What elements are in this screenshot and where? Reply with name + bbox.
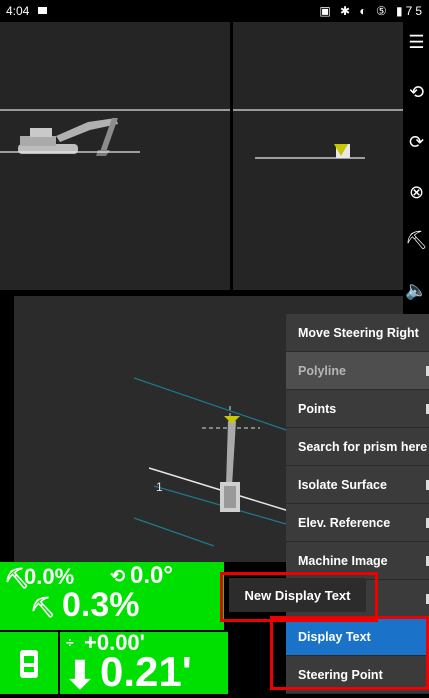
side-view-pane[interactable] (0, 22, 230, 290)
guidance-machine-icon (20, 650, 38, 678)
menu-item-elev-reference[interactable]: Elev. Reference (286, 504, 429, 542)
close-circle-icon[interactable]: ⊗ (404, 172, 429, 212)
plan-point-label: 1 (156, 480, 163, 494)
status-icons: ▣ ✱ ◐ ⑤ ▮75 (319, 4, 425, 18)
menu-item-label: Points (298, 401, 337, 416)
excavator-side-view (0, 109, 230, 156)
pitch-icon: ⟲ (110, 566, 126, 586)
menu-item-search-prism[interactable]: Search for prism here (286, 428, 429, 466)
main-slope-icon: ⛏ (30, 597, 56, 619)
front-view-canvas (233, 109, 403, 159)
annotation-box-tooltip (220, 572, 378, 622)
menu-item-label: Move Steering Right (298, 325, 419, 340)
menu-item-label: Search for prism here (298, 439, 428, 454)
status-time: 4:04 (6, 4, 30, 18)
camera-rotate-icon[interactable]: ⟲ (404, 72, 429, 112)
excavator-top-icon (220, 416, 240, 512)
menu-item-label: Machine Image (298, 553, 388, 568)
annotation-box-display-text (270, 616, 429, 690)
main-slope-value: 0.3% (62, 586, 140, 624)
menu-item-polyline[interactable]: Polyline (286, 352, 429, 390)
right-toolbar: ☰ ⟲ ⟳ ⊗ ⛏ 🔈 (404, 22, 429, 312)
front-view-pane[interactable] (233, 22, 403, 290)
menu-item-move-steering-right[interactable]: Move Steering Right (286, 314, 429, 352)
lock-rotate-icon[interactable]: ⟳ (404, 122, 429, 162)
menu-item-isolate-surface[interactable]: Isolate Surface (286, 466, 429, 504)
cut-fill-value: 0.21' (100, 648, 192, 695)
camera-recording-icon (38, 7, 47, 14)
elevation-offset-icon: ÷ (66, 634, 74, 650)
menu-item-points[interactable]: Points (286, 390, 429, 428)
menu-item-label: Polyline (298, 363, 346, 378)
menu-icon[interactable]: ☰ (404, 22, 429, 62)
status-bar: 4:04 ▣ ✱ ◐ ⑤ ▮75 (0, 0, 429, 22)
menu-item-label: Elev. Reference (298, 515, 391, 530)
excavator-icon[interactable]: ⛏ (404, 220, 429, 260)
menu-item-label: Isolate Surface (298, 477, 387, 492)
speaker-icon[interactable]: 🔈 (404, 270, 429, 310)
excavator-icon (18, 118, 118, 156)
cut-arrow-icon: ⬇ (64, 655, 96, 697)
